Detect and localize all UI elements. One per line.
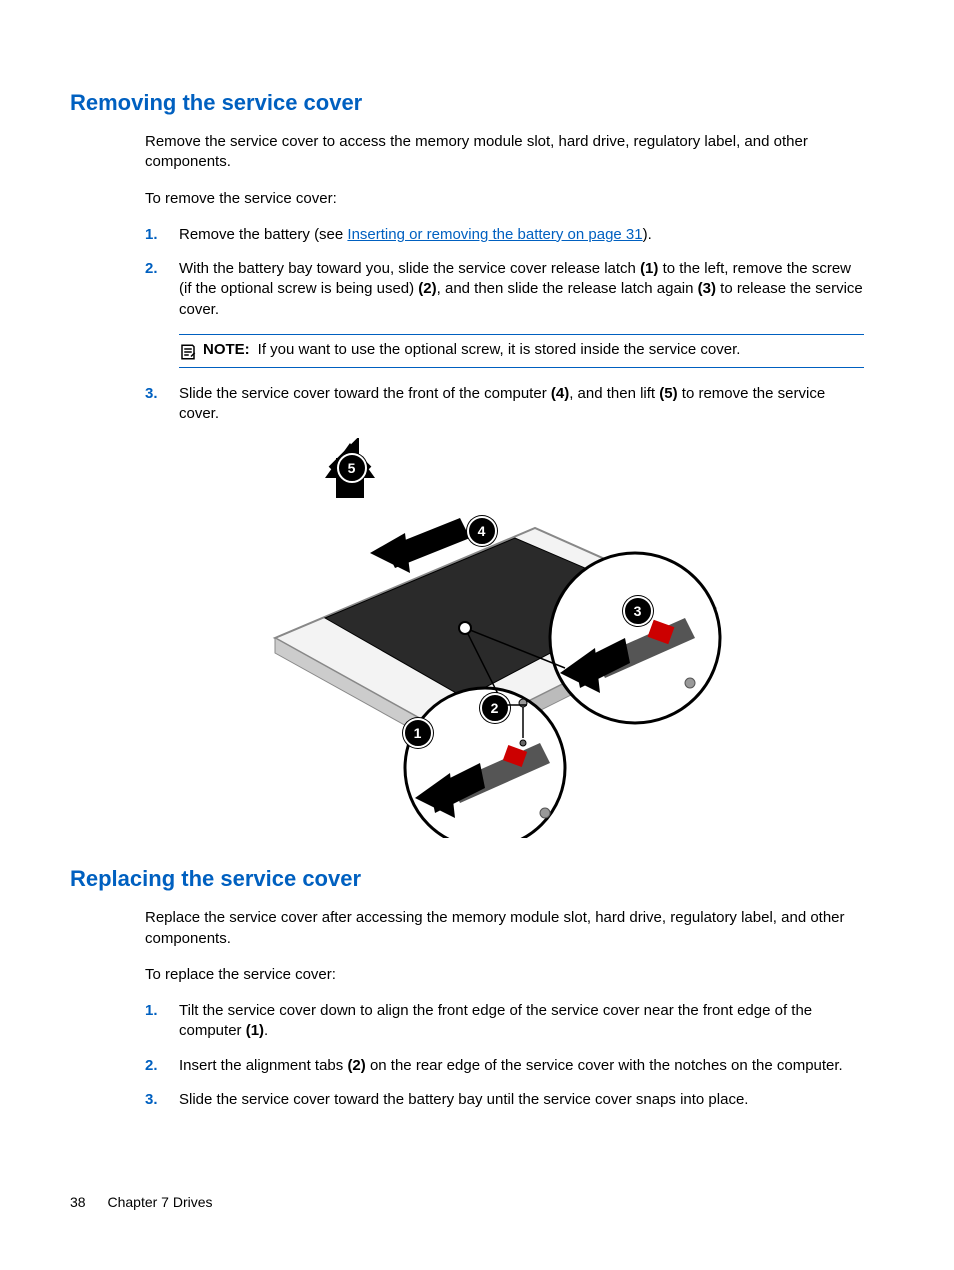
note-icon bbox=[179, 343, 197, 361]
leader-line-icon bbox=[507, 700, 527, 710]
section-heading-replacing: Replacing the service cover bbox=[70, 866, 884, 892]
steps-list-removing-cont: 3. Slide the service cover toward the fr… bbox=[145, 384, 864, 425]
laptop-illustration bbox=[255, 438, 755, 838]
step-1: 1. Remove the battery (see Inserting or … bbox=[145, 225, 864, 245]
lead-in-paragraph: To replace the service cover: bbox=[145, 965, 864, 985]
step-2: 2. Insert the alignment tabs (2) on the … bbox=[145, 1056, 864, 1076]
step-text: Slide the service cover toward the front… bbox=[179, 384, 864, 425]
step-text: With the battery bay toward you, slide t… bbox=[179, 259, 864, 320]
callout-5: 5 bbox=[337, 453, 367, 483]
callout-1: 1 bbox=[403, 718, 433, 748]
section-heading-removing: Removing the service cover bbox=[70, 90, 884, 116]
step-text: Tilt the service cover down to align the… bbox=[179, 1001, 864, 1042]
step-text: Remove the battery (see Inserting or rem… bbox=[179, 225, 864, 245]
step-number: 3. bbox=[145, 1090, 179, 1110]
steps-list-removing: 1. Remove the battery (see Inserting or … bbox=[145, 225, 864, 320]
note-content: NOTE: If you want to use the optional scr… bbox=[203, 341, 740, 358]
intro-paragraph: Remove the service cover to access the m… bbox=[145, 132, 864, 173]
step-number: 1. bbox=[145, 225, 179, 245]
step-3: 3. Slide the service cover toward the ba… bbox=[145, 1090, 864, 1110]
note-label: NOTE: bbox=[203, 341, 250, 358]
battery-link[interactable]: Inserting or removing the battery on pag… bbox=[347, 226, 642, 243]
note-text: If you want to use the optional screw, i… bbox=[258, 341, 741, 358]
step-2: 2. With the battery bay toward you, slid… bbox=[145, 259, 864, 320]
chapter-label: Chapter 7 Drives bbox=[107, 1194, 212, 1210]
step-number: 1. bbox=[145, 1001, 179, 1021]
step-number: 3. bbox=[145, 384, 179, 404]
callout-3: 3 bbox=[623, 596, 653, 626]
step-3: 3. Slide the service cover toward the fr… bbox=[145, 384, 864, 425]
callout-4: 4 bbox=[467, 516, 497, 546]
page-footer: 38 Chapter 7 Drives bbox=[70, 1194, 213, 1210]
step-text: Slide the service cover toward the batte… bbox=[179, 1090, 864, 1110]
step-text: Insert the alignment tabs (2) on the rea… bbox=[179, 1056, 864, 1076]
page-number: 38 bbox=[70, 1194, 86, 1210]
step-number: 2. bbox=[145, 1056, 179, 1076]
step-number: 2. bbox=[145, 259, 179, 279]
service-cover-figure: 5 4 3 2 1 bbox=[255, 438, 755, 838]
callout-2: 2 bbox=[480, 693, 510, 723]
step-1: 1. Tilt the service cover down to align … bbox=[145, 1001, 864, 1042]
note-box: NOTE: If you want to use the optional scr… bbox=[179, 334, 864, 368]
intro-paragraph: Replace the service cover after accessin… bbox=[145, 908, 864, 949]
lead-in-paragraph: To remove the service cover: bbox=[145, 189, 864, 209]
steps-list-replacing: 1. Tilt the service cover down to align … bbox=[145, 1001, 864, 1110]
